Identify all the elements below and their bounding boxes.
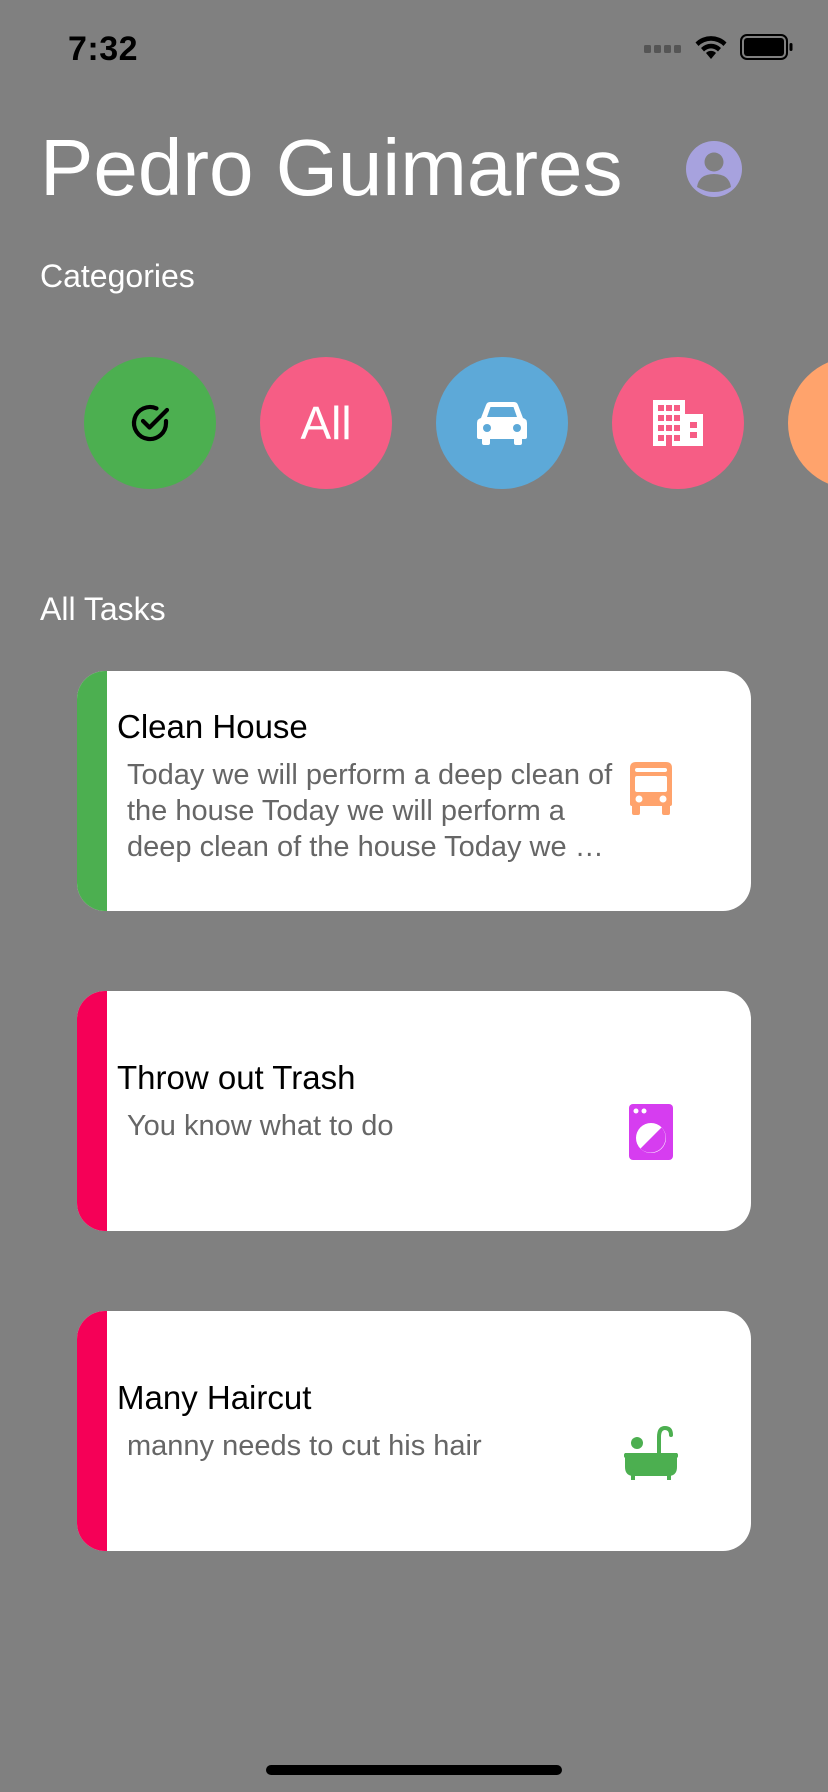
status-icons	[644, 34, 794, 60]
category-car[interactable]	[436, 357, 568, 489]
task-accent	[77, 671, 107, 911]
categories-label: Categories	[40, 258, 195, 294]
battery-icon	[740, 34, 793, 60]
bathtub-icon	[624, 1425, 678, 1480]
washing-machine-icon	[629, 1104, 673, 1160]
status-time: 7:32	[68, 30, 139, 68]
tasks-label: All Tasks	[40, 591, 166, 627]
task-title: Throw out Trash	[117, 1059, 356, 1096]
category-check[interactable]	[84, 357, 216, 489]
task-card[interactable]: Clean House Today we will perform a deep…	[77, 671, 751, 911]
task-title: Clean House	[117, 708, 308, 745]
building-icon	[653, 400, 703, 446]
bus-icon	[630, 762, 672, 815]
screen: 7:32 Pedro Guimares Categories All All T…	[0, 0, 828, 1792]
task-accent	[77, 991, 107, 1231]
task-description: Today we will perform a deep clean of th…	[127, 759, 615, 863]
wifi-icon	[695, 36, 727, 59]
task-description: manny needs to cut his hair	[127, 1430, 482, 1462]
category-building[interactable]	[612, 357, 744, 489]
page-title: Pedro Guimares	[40, 123, 623, 212]
car-icon	[477, 402, 527, 445]
signal-icon	[644, 45, 681, 53]
task-description: You know what to do	[127, 1110, 394, 1142]
category-all-label: All	[300, 397, 352, 449]
task-card[interactable]: Throw out Trash You know what to do	[77, 991, 751, 1231]
task-accent	[77, 1311, 107, 1551]
profile-button[interactable]	[686, 141, 742, 197]
profile-icon	[686, 141, 742, 197]
task-title: Many Haircut	[117, 1379, 312, 1416]
home-indicator[interactable]	[266, 1765, 562, 1775]
category-all[interactable]: All	[260, 357, 392, 489]
category-more[interactable]	[788, 357, 828, 489]
task-card[interactable]: Many Haircut manny needs to cut his hair	[77, 1311, 751, 1551]
check-circle-icon	[131, 404, 170, 442]
